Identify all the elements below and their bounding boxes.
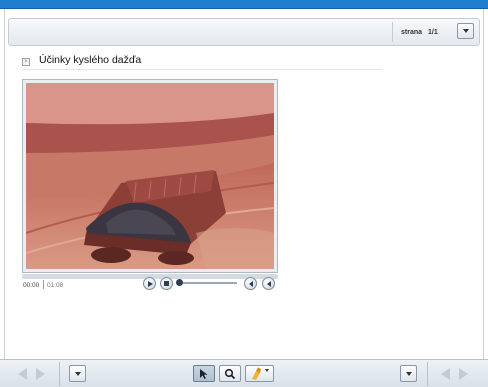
- highlighter-tool-button[interactable]: [245, 365, 274, 382]
- volume-down-icon: [248, 280, 253, 287]
- volume-slider-track[interactable]: [181, 282, 237, 284]
- time-separator: [43, 280, 44, 289]
- previous-page-arrow-icon[interactable]: [441, 368, 450, 380]
- chevron-down-icon: [462, 29, 469, 33]
- page-title: Účinky kyslého dažďa: [39, 54, 142, 66]
- video-panel: [22, 79, 278, 273]
- title-row: × Účinky kyslého dažďa: [22, 54, 382, 70]
- toolbar-divider: [427, 362, 428, 386]
- total-time: 01:08: [47, 282, 64, 289]
- video-still-mining-truck: [26, 83, 274, 269]
- highlighter-icon: [251, 367, 269, 380]
- bottom-toolbar: [0, 359, 488, 387]
- volume-slider-knob[interactable]: [176, 279, 183, 286]
- stop-icon: [164, 281, 169, 286]
- collapse-icon[interactable]: ×: [22, 58, 30, 66]
- play-button[interactable]: [143, 277, 156, 290]
- play-icon: [147, 280, 153, 287]
- pointer-tool-button[interactable]: [193, 365, 215, 382]
- volume-up-button[interactable]: [262, 277, 275, 290]
- right-menu-button[interactable]: [400, 365, 417, 382]
- page-dropdown-button[interactable]: [457, 23, 474, 39]
- pointer-icon: [200, 368, 208, 379]
- toolbar-divider: [59, 362, 60, 386]
- page-label: strana: [401, 28, 423, 36]
- magnifier-icon: [224, 368, 236, 379]
- chevron-down-icon: [74, 371, 81, 376]
- volume-down-button[interactable]: [244, 277, 257, 290]
- top-accent-bar: [0, 0, 488, 9]
- next-page-arrow-icon[interactable]: [36, 368, 45, 380]
- video-frame[interactable]: [26, 83, 274, 269]
- chevron-down-icon: [405, 371, 412, 376]
- volume-up-icon: [266, 280, 271, 287]
- left-menu-button[interactable]: [69, 365, 86, 382]
- stop-button[interactable]: [160, 277, 173, 290]
- current-time: 00:00: [23, 282, 40, 289]
- zoom-tool-button[interactable]: [219, 365, 241, 382]
- header-bar: strana 1/1: [8, 18, 480, 46]
- page-indicator: strana 1/1: [392, 22, 476, 42]
- previous-page-arrow-icon[interactable]: [18, 368, 27, 380]
- page-number: 1/1: [428, 28, 438, 36]
- next-page-arrow-icon[interactable]: [459, 368, 468, 380]
